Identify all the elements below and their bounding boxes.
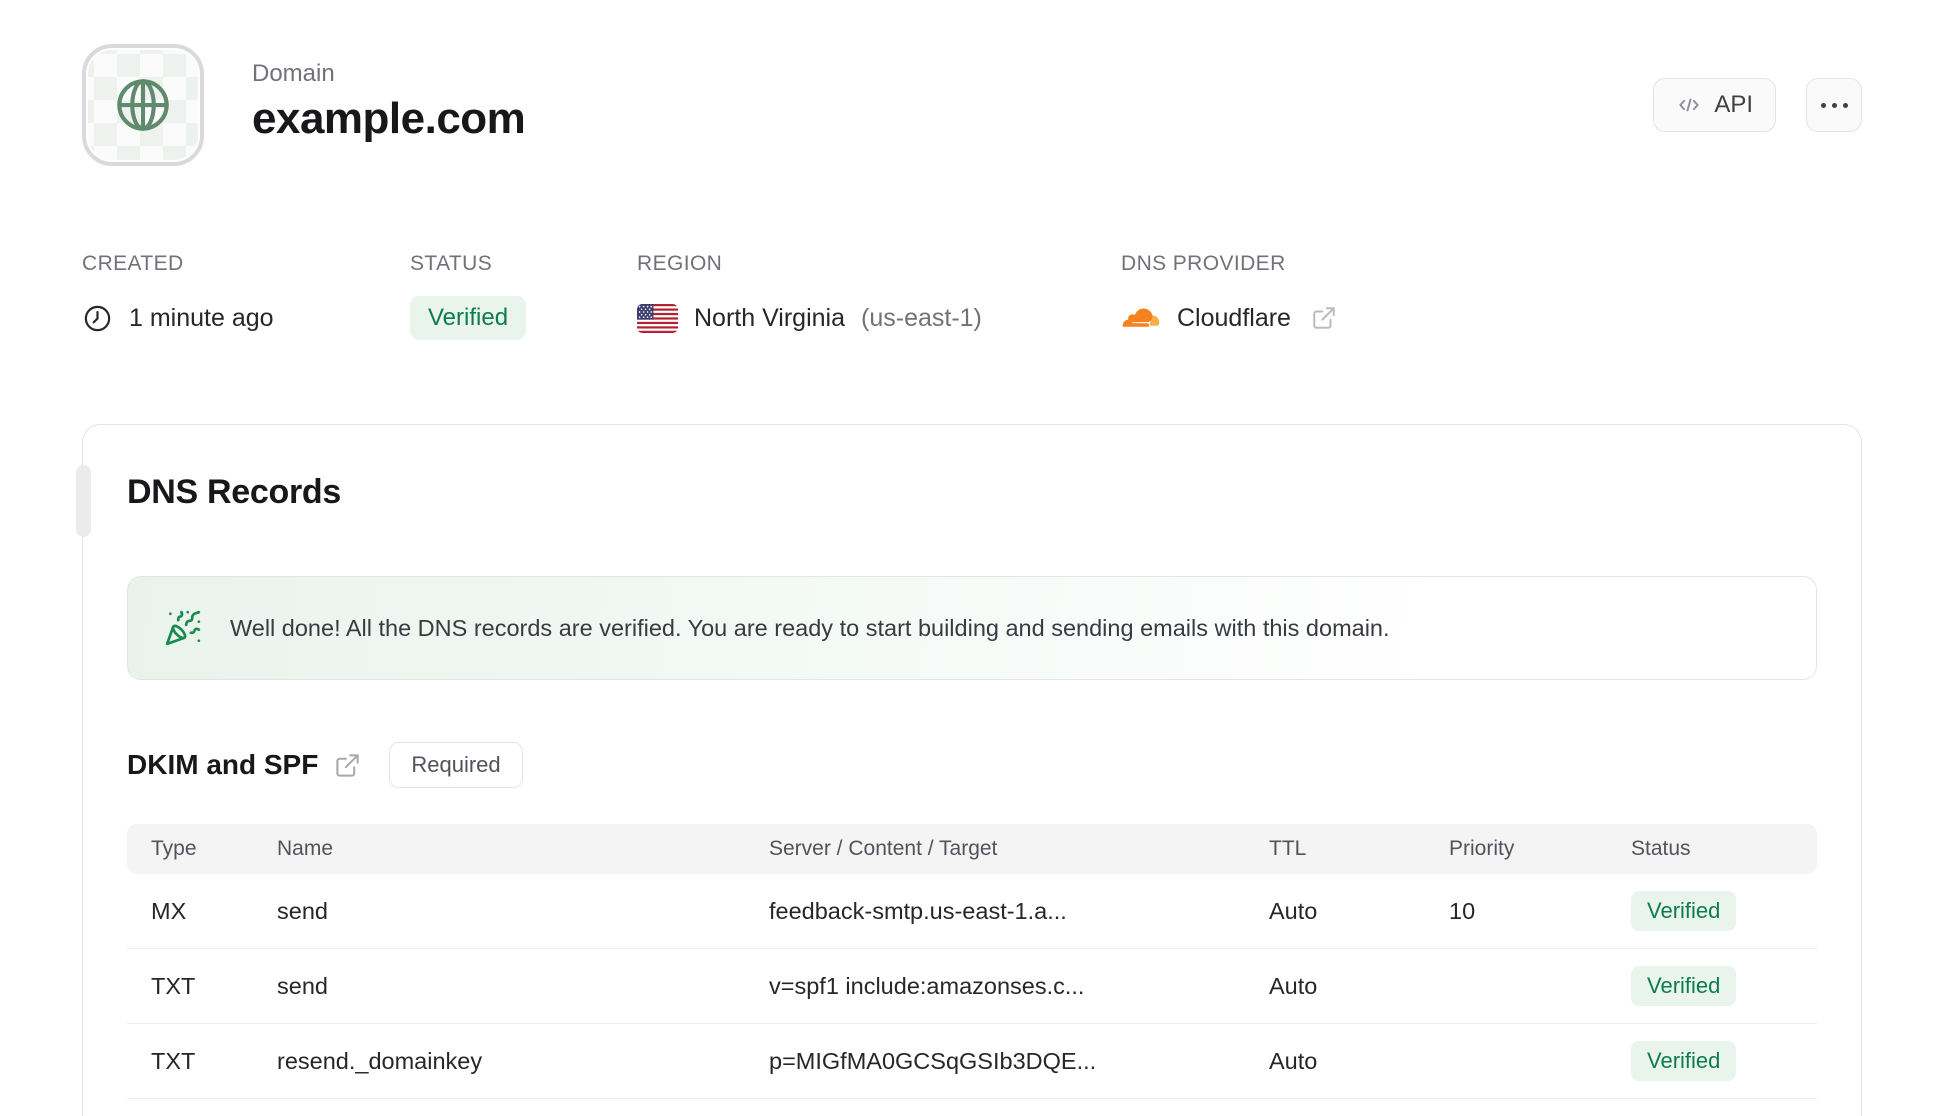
page-kicker: Domain (252, 60, 335, 87)
title-block: Domain example.com (252, 44, 526, 144)
record-ttl: Auto (1269, 897, 1318, 924)
success-banner: Well done! All the DNS records are verif… (127, 576, 1817, 680)
record-content: v=spf1 include:amazonses.c... (769, 972, 1085, 999)
header-actions: API (1653, 44, 1862, 132)
record-content: p=MIGfMA0GCSqGSIb3DQE... (769, 1047, 1097, 1074)
col-name: Name (277, 837, 334, 860)
banner-message: Well done! All the DNS records are verif… (230, 614, 1390, 641)
record-name: resend._domainkey (277, 1047, 483, 1074)
us-flag-icon (637, 303, 678, 333)
record-ttl: Auto (1269, 1047, 1318, 1074)
clock-icon (82, 303, 113, 334)
page-title: example.com (252, 94, 526, 143)
region-label: REGION (637, 252, 723, 275)
record-ttl: Auto (1269, 972, 1318, 999)
created-label: CREATED (82, 252, 184, 275)
record-status-badge: Verified (1631, 891, 1737, 931)
status-badge: Verified (410, 296, 527, 340)
dkim-spf-section-header: DKIM and SPF Required (127, 742, 1817, 788)
record-type: TXT (151, 972, 196, 999)
more-button[interactable] (1806, 78, 1862, 132)
col-ttl: TTL (1269, 837, 1307, 860)
more-icon (1820, 102, 1848, 108)
dns-records-table: Type Name Server / Content / Target TTL … (127, 824, 1817, 1099)
required-badge: Required (389, 742, 523, 788)
record-content: feedback-smtp.us-east-1.a... (769, 897, 1067, 924)
section-indicator (76, 465, 91, 537)
dkim-spf-title: DKIM and SPF (127, 749, 319, 780)
domain-avatar (82, 44, 204, 166)
dns-provider-value: Cloudflare (1177, 303, 1291, 332)
table-row: TXT resend._domainkey p=MIGfMA0GCSqGSIb3… (127, 1024, 1817, 1099)
code-icon (1676, 92, 1702, 118)
dns-provider-label: DNS PROVIDER (1121, 252, 1286, 275)
meta-region: REGION North Virginia (us-east-1) (637, 252, 1121, 340)
col-content: Server / Content / Target (769, 837, 998, 860)
col-type: Type (151, 837, 197, 860)
table-header-row: Type Name Server / Content / Target TTL … (127, 824, 1817, 874)
party-popper-icon (164, 609, 202, 647)
record-type: MX (151, 897, 187, 924)
table-row: TXT send v=spf1 include:amazonses.c... A… (127, 949, 1817, 1024)
meta-created: CREATED 1 minute ago (82, 252, 410, 340)
globe-icon (110, 72, 176, 138)
page-header: Domain example.com API (82, 0, 1862, 166)
record-status-badge: Verified (1631, 1041, 1737, 1081)
api-button[interactable]: API (1653, 78, 1776, 132)
created-value: 1 minute ago (129, 303, 274, 332)
meta-row: CREATED 1 minute ago STATUS Verified REG… (82, 252, 1862, 340)
region-name: North Virginia (694, 303, 846, 332)
external-link-icon[interactable] (334, 752, 361, 779)
cloudflare-icon (1121, 305, 1161, 332)
external-link-icon[interactable] (1311, 305, 1337, 331)
record-type: TXT (151, 1047, 196, 1074)
meta-status: STATUS Verified (410, 252, 637, 340)
record-name: send (277, 972, 328, 999)
domain-detail-page: Domain example.com API CREATED 1 minute … (0, 0, 1944, 1116)
record-name: send (277, 897, 328, 924)
api-button-label: API (1714, 91, 1753, 118)
table-row: MX send feedback-smtp.us-east-1.a... Aut… (127, 874, 1817, 949)
status-label: STATUS (410, 252, 493, 275)
record-status-badge: Verified (1631, 966, 1737, 1006)
dns-records-heading: DNS Records (127, 473, 341, 511)
dns-records-card: DNS Records Well done! All the DNS recor… (76, 424, 1862, 1116)
col-status: Status (1631, 837, 1691, 860)
region-code: (us-east-1) (861, 303, 982, 332)
col-priority: Priority (1449, 837, 1515, 860)
meta-dns-provider: DNS PROVIDER Cloudflare (1121, 252, 1337, 340)
record-priority: 10 (1449, 897, 1476, 924)
